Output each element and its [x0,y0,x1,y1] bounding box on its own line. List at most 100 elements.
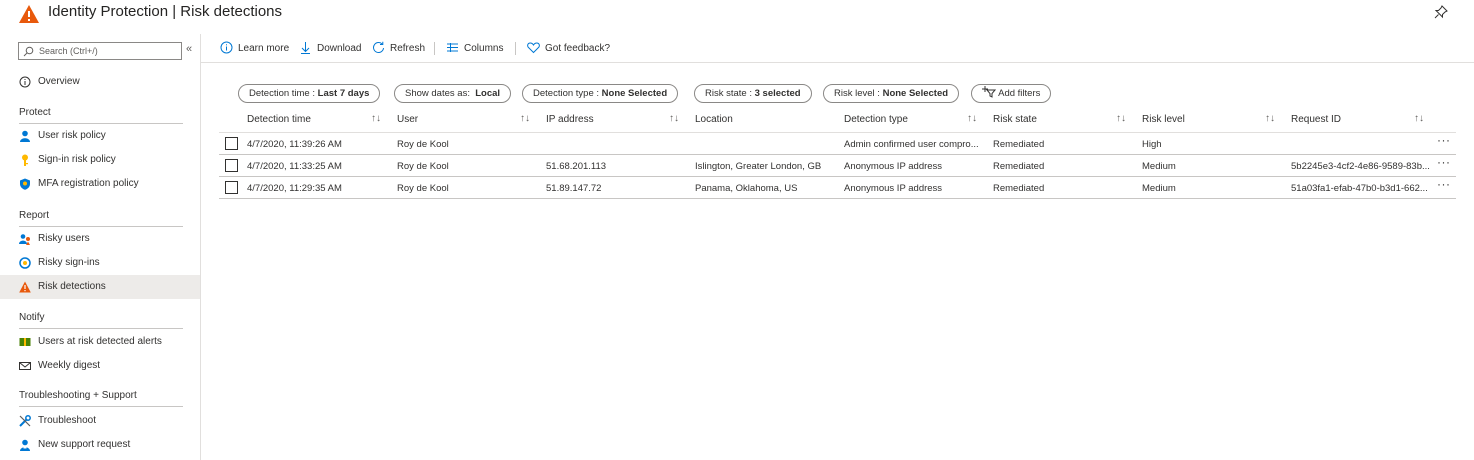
row-checkbox[interactable] [225,181,238,194]
sidebar-item-overview[interactable]: Overview [0,70,200,94]
column-header-detection-time[interactable]: Detection time [247,114,311,125]
more-actions-icon[interactable]: ··· [1437,155,1451,169]
sort-icon[interactable]: ↑↓ [669,113,679,124]
more-actions-icon[interactable]: ··· [1437,133,1451,147]
sort-icon[interactable]: ↑↓ [967,113,977,124]
sidebar-item-new-support-request[interactable]: New support request [0,433,200,457]
search-input[interactable] [39,44,179,58]
sidebar-item-label: Weekly digest [38,360,101,371]
cell-user: Roy de Kool [397,183,449,194]
column-header-risk-state[interactable]: Risk state [993,114,1037,125]
table-row[interactable]: 4/7/2020, 11:39:26 AM Roy de Kool Admin … [219,133,1456,155]
sidebar-item-user-risk-policy[interactable]: User risk policy [0,124,200,148]
column-header-risk-level[interactable]: Risk level [1142,114,1185,125]
toolbar-separator [434,42,435,55]
filter-risk-level[interactable]: Risk level : None Selected [823,84,960,103]
cell-user: Roy de Kool [397,139,449,150]
sidebar-item-risky-sign-ins[interactable]: Risky sign-ins [0,251,200,275]
key-icon [22,154,28,166]
section-divider [19,406,183,407]
sort-icon[interactable]: ↑↓ [371,113,381,124]
sidebar-item-label: Risk detections [38,281,106,292]
column-header-location[interactable]: Location [695,114,733,125]
add-filter-icon [982,86,997,98]
collapse-sidebar-icon[interactable]: « [186,43,192,55]
cell-location: Islington, Greater London, GB [695,161,822,172]
mail-icon [19,362,31,370]
info-icon [220,41,233,54]
column-header-detection-type[interactable]: Detection type [844,114,908,125]
cell-user: Roy de Kool [397,161,449,172]
wrench-icon [19,415,31,427]
users-icon [19,234,30,245]
signin-icon [19,257,31,269]
sort-icon[interactable]: ↑↓ [1265,113,1275,124]
sidebar-item-label: Troubleshoot [38,415,96,426]
table-row[interactable]: 4/7/2020, 11:29:35 AM Roy de Kool 51.89.… [219,177,1456,199]
sidebar-item-risk-detections[interactable]: Risk detections [0,275,200,299]
column-header-ip-address[interactable]: IP address [546,114,594,125]
sidebar-item-users-at-risk-alerts[interactable]: Users at risk detected alerts [0,330,200,354]
search-box[interactable] [18,42,182,60]
section-header-troubleshooting: Troubleshooting + Support [19,390,137,401]
sidebar-item-risky-users[interactable]: Risky users [0,227,200,251]
sidebar-item-weekly-digest[interactable]: Weekly digest [0,354,200,378]
sidebar-item-label: Risky sign-ins [38,257,100,268]
search-icon [23,46,34,57]
pin-icon[interactable] [1434,5,1448,19]
warning-icon [19,281,31,293]
cell-risk-level: High [1142,139,1162,150]
cell-risk-state: Remediated [993,139,1045,150]
row-checkbox[interactable] [225,137,238,150]
filter-show-dates-as[interactable]: Show dates as: Local [394,84,512,103]
page-title: Identity Protection | Risk detections [48,3,283,20]
filter-detection-type[interactable]: Detection type : None Selected [522,84,679,103]
section-divider [19,328,183,329]
column-header-request-id[interactable]: Request ID [1291,114,1341,125]
filter-detection-time[interactable]: Detection time : Last 7 days [238,84,381,103]
user-icon [20,130,30,142]
shield-icon [20,178,30,190]
cell-risk-state: Remediated [993,161,1045,172]
sidebar-item-label: Users at risk detected alerts [38,336,162,347]
sort-icon[interactable]: ↑↓ [520,113,530,124]
section-header-notify: Notify [19,312,45,323]
sidebar-item-label: Risky users [38,233,90,244]
sidebar-item-sign-in-risk-policy[interactable]: Sign-in risk policy [0,148,200,172]
sidebar-item-troubleshoot[interactable]: Troubleshoot [0,409,200,433]
row-checkbox[interactable] [225,159,238,172]
cell-detection-time: 4/7/2020, 11:29:35 AM [247,183,342,194]
cell-detection-time: 4/7/2020, 11:39:26 AM [247,139,342,150]
table-row[interactable]: 4/7/2020, 11:33:25 AM Roy de Kool 51.68.… [219,155,1456,177]
cell-request-id: 5b2245e3-4cf2-4e86-9589-83b... [1291,161,1430,172]
cell-request-id: 51a03fa1-efab-47b0-b3d1-662... [1291,183,1428,194]
sidebar-item-label: User risk policy [38,130,106,141]
cell-location: Panama, Oklahoma, US [695,183,798,194]
support-person-icon [20,439,30,451]
cell-risk-level: Medium [1142,161,1176,172]
filter-risk-state[interactable]: Risk state : 3 selected [694,84,812,103]
cell-detection-type: Anonymous IP address [844,161,943,172]
sidebar-item-label: Overview [38,76,80,87]
cell-risk-state: Remediated [993,183,1045,194]
sidebar-item-label: MFA registration policy [38,178,139,189]
sidebar: « Overview Protect User risk policy Sign… [0,34,201,460]
heart-icon [527,42,540,54]
cell-detection-type: Anonymous IP address [844,183,943,194]
sort-icon[interactable]: ↑↓ [1414,113,1424,124]
sort-icon[interactable]: ↑↓ [1116,113,1126,124]
sidebar-item-label: New support request [38,439,131,450]
cell-detection-type: Admin confirmed user compro... [844,139,979,150]
column-header-user[interactable]: User [397,114,418,125]
refresh-icon [373,41,384,54]
add-filters-button[interactable]: Add filters [971,84,1052,103]
cell-risk-level: Medium [1142,183,1176,194]
more-actions-icon[interactable]: ··· [1437,177,1451,191]
sidebar-item-mfa-registration-policy[interactable]: MFA registration policy [0,172,200,196]
section-header-protect: Protect [19,107,51,118]
command-bar: Learn more Download Refresh Columns Got … [210,34,1474,64]
alert-flag-icon [19,338,31,346]
warning-triangle-icon [19,5,39,23]
toolbar-divider [201,62,1474,63]
section-header-report: Report [19,210,50,221]
